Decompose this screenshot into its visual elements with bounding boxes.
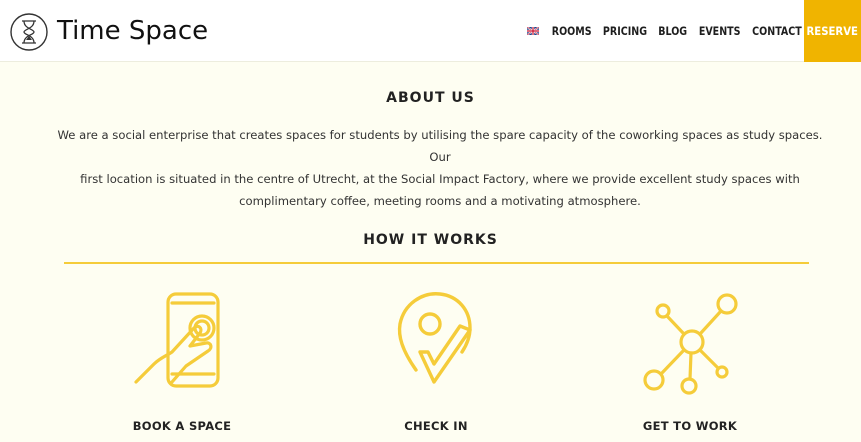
step-book-a-space: BOOK A SPACE <box>82 286 282 436</box>
reserve-label: RESERVE <box>806 24 859 38</box>
about-line: first location is situated in the centre… <box>80 172 800 186</box>
step-check-in: CHECK IN <box>336 286 536 436</box>
how-it-works-title: HOW IT WORKS <box>363 232 498 248</box>
main-nav: ROOMS PRICING BLOG EVENTS CONTACT <box>527 0 804 62</box>
reserve-button[interactable]: RESERVE <box>804 0 861 62</box>
site-header: Time Space ROOMS PRICING BLOG EVENTS CON… <box>0 0 861 62</box>
about-line: complimentary coffee, meeting rooms and … <box>239 194 641 208</box>
step-label: BOOK A SPACE <box>132 419 232 433</box>
step-get-to-work: GET TO WORK <box>590 286 790 436</box>
step-label: GET TO WORK <box>642 419 738 433</box>
brand-name[interactable]: Time Space <box>57 16 208 46</box>
step-label: CHECK IN <box>404 419 468 433</box>
nav-rooms[interactable]: ROOMS <box>552 24 592 38</box>
location-check-icon <box>397 292 472 384</box>
nav-contact[interactable]: CONTACT <box>752 24 802 38</box>
uk-flag-icon[interactable] <box>527 27 540 35</box>
about-title: ABOUT US <box>386 90 475 106</box>
section-divider <box>64 262 809 264</box>
nav-events[interactable]: EVENTS <box>699 24 741 38</box>
tablet-touch-icon <box>134 292 220 388</box>
nav-blog[interactable]: BLOG <box>659 24 688 38</box>
network-icon <box>643 293 738 395</box>
hourglass-logo-icon[interactable] <box>9 12 49 52</box>
nav-pricing[interactable]: PRICING <box>603 24 647 38</box>
about-line: We are a social enterprise that creates … <box>57 128 823 164</box>
about-text: We are a social enterprise that creates … <box>55 124 825 212</box>
